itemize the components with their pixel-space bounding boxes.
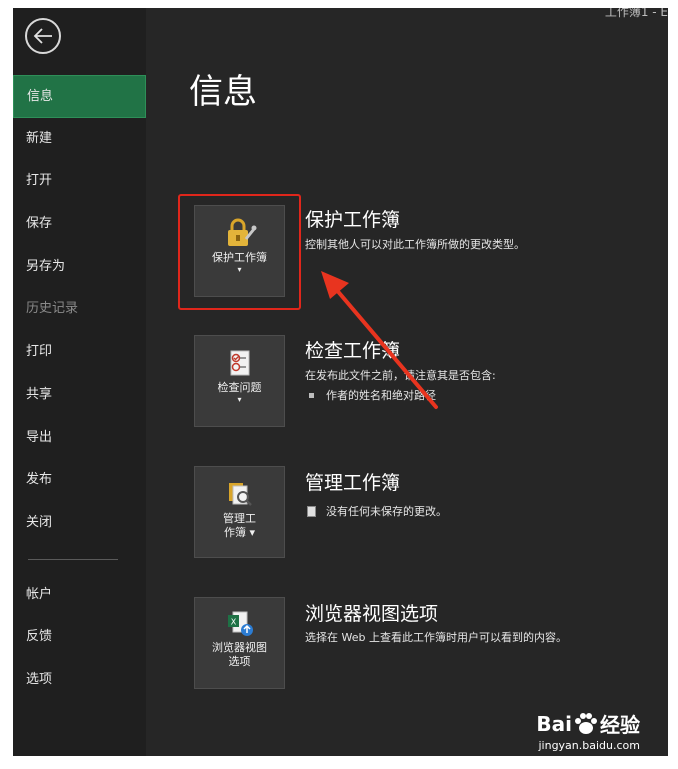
nav-item-account[interactable]: 帐户 bbox=[13, 574, 146, 617]
paw-icon bbox=[575, 712, 597, 734]
manage-workbook-button[interactable]: 管理工 作簿 ▾ bbox=[194, 466, 285, 558]
manage-bullet: 没有任何未保存的更改。 bbox=[307, 503, 447, 519]
browser-view-desc: 选择在 Web 上查看此工作簿时用户可以看到的内容。 bbox=[305, 631, 567, 644]
nav-item-options[interactable]: 选项 bbox=[13, 659, 146, 702]
check-for-issues-label: 检查问题 bbox=[217, 381, 262, 394]
nav-item-share[interactable]: 共享 bbox=[13, 374, 146, 417]
documents-icon bbox=[307, 505, 316, 517]
nav-item-close[interactable]: 关闭 bbox=[13, 502, 146, 545]
nav-divider bbox=[28, 558, 118, 560]
browser-view-options-label: 浏览器视图 选项 bbox=[212, 641, 267, 668]
nav-item-export[interactable]: 导出 bbox=[13, 417, 146, 460]
nav-item-new[interactable]: 新建 bbox=[13, 118, 146, 161]
chevron-down-icon: ▾ bbox=[237, 395, 242, 404]
nav-item-feedback[interactable]: 反馈 bbox=[13, 616, 146, 659]
manage-bullet-text: 没有任何未保存的更改。 bbox=[326, 505, 447, 518]
baidu-watermark: Bai 经验 jingyan.baidu.com bbox=[536, 709, 640, 753]
backstage-sidebar: 信息 新建 打开 保存 另存为 历史记录 打印 共享 导出 发布 关闭 帐户 反… bbox=[13, 8, 146, 756]
check-for-issues-button[interactable]: 检查问题 ▾ bbox=[194, 335, 285, 427]
inspect-bullet-text: 作者的姓名和绝对路径 bbox=[326, 389, 436, 402]
window-title: 工作簿1 - E bbox=[604, 8, 668, 19]
backstage-window: 信息 新建 打开 保存 另存为 历史记录 打印 共享 导出 发布 关闭 帐户 反… bbox=[13, 8, 668, 756]
baidu-url: jingyan.baidu.com bbox=[538, 739, 640, 752]
baidu-logo: Bai 经验 bbox=[536, 711, 640, 738]
browser-view-options-button[interactable]: X 浏览器视图 选项 bbox=[194, 597, 285, 689]
manage-workbook-title: 管理工作簿 bbox=[305, 472, 401, 494]
inspect-workbook-desc: 在发布此文件之前，请注意其是否包含: bbox=[305, 369, 496, 382]
arrow-left-icon bbox=[33, 28, 52, 44]
page-title: 信息 bbox=[189, 72, 257, 112]
document-search-icon bbox=[228, 483, 252, 506]
red-highlight-box bbox=[178, 194, 301, 310]
excel-web-icon: X bbox=[227, 611, 253, 636]
protect-workbook-title: 保护工作簿 bbox=[305, 209, 401, 231]
square-bullet-icon bbox=[309, 392, 314, 398]
nav-item-print[interactable]: 打印 bbox=[13, 331, 146, 374]
inspect-workbook-title: 检查工作簿 bbox=[305, 340, 401, 362]
svg-text:X: X bbox=[230, 618, 236, 627]
document-checklist-icon bbox=[230, 350, 249, 376]
nav-item-publish[interactable]: 发布 bbox=[13, 459, 146, 502]
nav-item-open[interactable]: 打开 bbox=[13, 160, 146, 203]
back-button[interactable] bbox=[25, 18, 61, 54]
backstage-nav: 信息 新建 打开 保存 另存为 历史记录 打印 共享 导出 发布 关闭 帐户 反… bbox=[13, 75, 146, 702]
nav-item-history: 历史记录 bbox=[26, 301, 79, 317]
manage-workbook-label: 管理工 作簿 ▾ bbox=[223, 512, 256, 539]
nav-item-info[interactable]: 信息 bbox=[13, 75, 146, 118]
protect-workbook-desc: 控制其他人可以对此工作簿所做的更改类型。 bbox=[305, 238, 525, 251]
inspect-bullet: 作者的姓名和绝对路径 bbox=[309, 387, 436, 403]
nav-item-save-as[interactable]: 另存为 bbox=[13, 246, 146, 289]
browser-view-title: 浏览器视图选项 bbox=[305, 603, 439, 625]
nav-item-save[interactable]: 保存 bbox=[13, 203, 146, 246]
